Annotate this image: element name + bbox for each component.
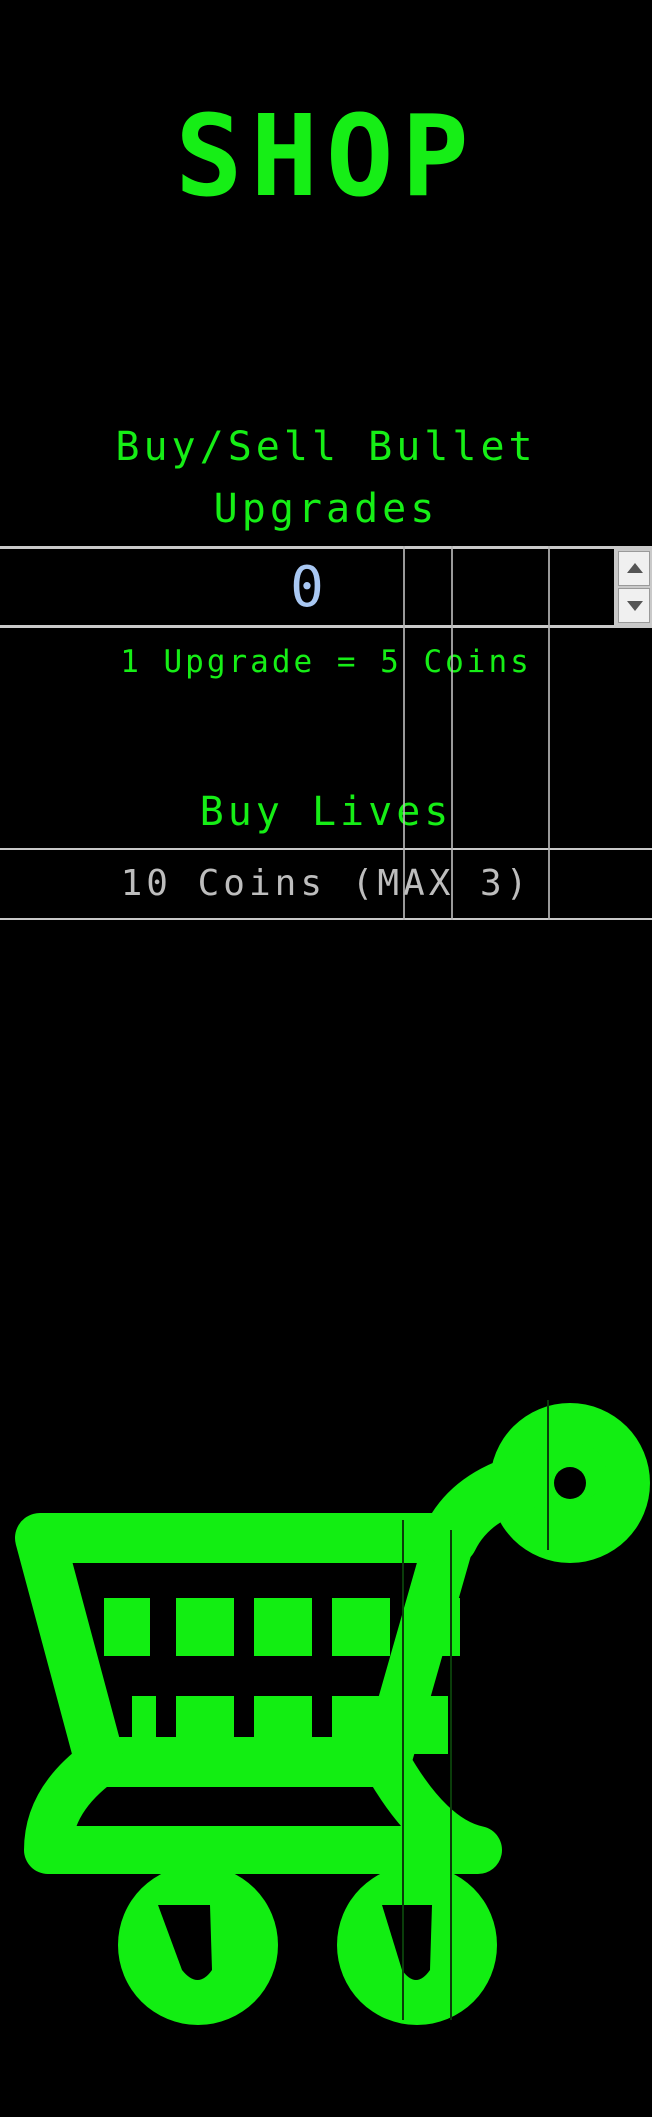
cart-grid-cell <box>254 1696 312 1754</box>
spinner-buttons[interactable] <box>616 549 652 625</box>
page-title: SHOP <box>175 92 477 222</box>
cart-grid-cell <box>104 1598 150 1656</box>
cart-handle-hole <box>554 1467 586 1499</box>
cart-grid-cell <box>132 1696 156 1754</box>
upgrades-heading-line1: Buy/Sell Bullet <box>115 424 537 470</box>
upgrades-number-field[interactable] <box>0 546 652 628</box>
increment-button[interactable] <box>618 551 650 586</box>
triangle-up-icon <box>627 563 643 573</box>
cart-grid-cell <box>412 1696 448 1754</box>
cart-grid-cell <box>332 1696 390 1754</box>
decrement-button[interactable] <box>618 588 650 623</box>
cart-grid-cell <box>332 1598 390 1656</box>
upgrades-heading-line2: Upgrades <box>213 486 439 532</box>
cart-grid-cell <box>176 1598 234 1656</box>
cart-grid-cell <box>176 1696 234 1754</box>
upgrades-quantity-input[interactable] <box>0 549 616 625</box>
lives-heading: Buy Lives <box>199 789 453 835</box>
buy-lives-button[interactable]: 10 Coins (MAX 3) <box>0 848 652 920</box>
triangle-down-icon <box>627 601 643 611</box>
shopping-cart-icon <box>15 1400 650 2025</box>
cart-grid-cell <box>412 1598 460 1656</box>
upgrades-heading: Buy/Sell Bullet Upgrades <box>0 416 652 540</box>
cart-grid-cell <box>254 1598 312 1656</box>
upgrade-rate-text: 1 Upgrade = 5 Coins <box>120 644 532 680</box>
